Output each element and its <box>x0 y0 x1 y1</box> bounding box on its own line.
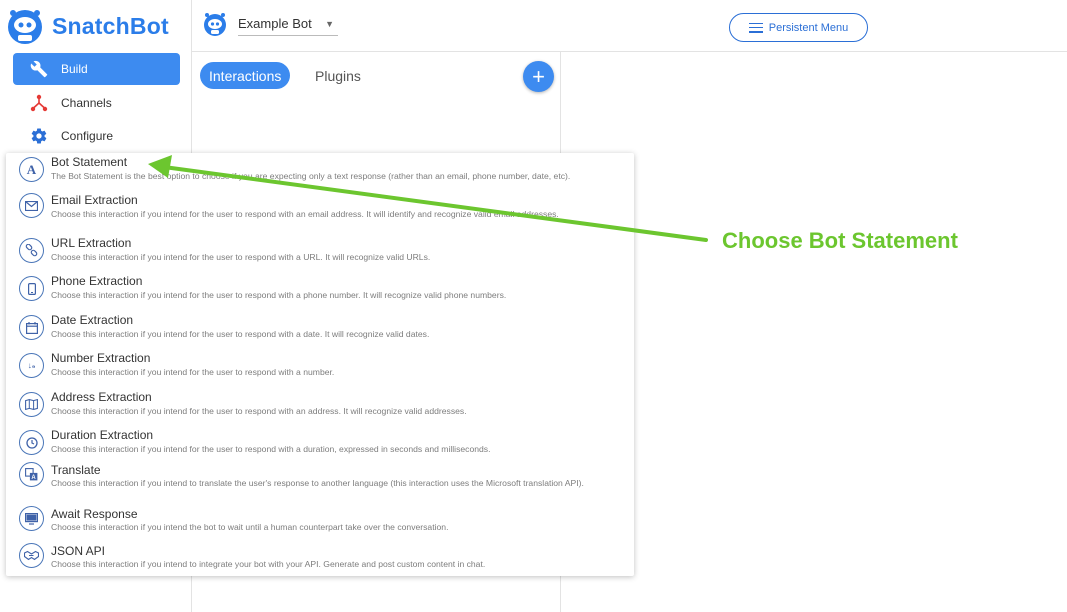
menu-item-await-response[interactable]: Await Response Choose this interaction i… <box>6 505 634 543</box>
menu-item-description: Choose this interaction if you intend to… <box>51 559 486 569</box>
translate-icon: A <box>19 462 44 487</box>
brand-name: SnatchBot <box>52 12 169 39</box>
sidebar-item-configure[interactable]: Configure <box>13 120 180 152</box>
menu-item-title: Phone Extraction <box>51 274 143 288</box>
gear-icon <box>29 126 49 146</box>
clock-icon <box>19 430 44 455</box>
link-icon <box>19 238 44 263</box>
menu-item-title: Number Extraction <box>51 351 151 365</box>
brand-logo[interactable]: SnatchBot <box>6 6 169 46</box>
menu-item-description: Choose this interaction if you intend fo… <box>51 444 491 454</box>
menu-item-title: Duration Extraction <box>51 428 154 442</box>
letter-a-icon: A <box>19 157 44 182</box>
menu-item-translate[interactable]: A Translate Choose this interaction if y… <box>6 462 634 505</box>
menu-item-address-extraction[interactable]: Address Extraction Choose this interacti… <box>6 388 634 426</box>
bot-selector[interactable]: Example Bot ▼ <box>202 12 338 36</box>
menu-item-title: JSON API <box>51 544 106 558</box>
persistent-menu-button[interactable]: Persistent Menu <box>729 13 868 42</box>
sidebar-item-build[interactable]: Build <box>13 53 180 85</box>
map-icon <box>19 392 44 417</box>
menu-item-description: Choose this interaction if you intend fo… <box>51 290 507 300</box>
channels-icon <box>29 93 49 113</box>
top-bar: Example Bot ▼ Persistent Menu <box>192 0 1067 52</box>
menu-item-bot-statement[interactable]: A Bot Statement The Bot Statement is the… <box>6 153 634 191</box>
calendar-icon <box>19 315 44 340</box>
svg-text:A: A <box>31 475 36 481</box>
interaction-type-menu: A Bot Statement The Bot Statement is the… <box>6 153 634 576</box>
menu-item-title: Bot Statement <box>51 155 128 169</box>
bot-name: Example Bot <box>238 16 312 31</box>
menu-item-description: Choose this interaction if you intend th… <box>51 522 449 532</box>
menu-item-description: Choose this interaction if you intend to… <box>51 478 584 488</box>
menu-item-title: Date Extraction <box>51 313 134 327</box>
wrench-icon <box>29 59 49 79</box>
menu-item-title: Email Extraction <box>51 193 138 207</box>
menu-item-description: Choose this interaction if you intend fo… <box>51 252 431 262</box>
menu-item-duration-extraction[interactable]: Duration Extraction Choose this interact… <box>6 426 634 462</box>
tab-plugins[interactable]: Plugins <box>306 62 370 89</box>
sidebar-item-label: Configure <box>61 129 114 143</box>
persistent-menu-label: Persistent Menu <box>768 21 849 34</box>
annotation-label: Choose Bot Statement <box>722 228 958 253</box>
menu-item-description: The Bot Statement is the best option to … <box>51 171 571 181</box>
menu-item-description: Choose this interaction if you intend fo… <box>51 367 335 377</box>
menu-item-phone-extraction[interactable]: Phone Extraction Choose this interaction… <box>6 272 634 311</box>
menu-item-description: Choose this interaction if you intend fo… <box>51 209 559 219</box>
menu-item-date-extraction[interactable]: Date Extraction Choose this interaction … <box>6 311 634 349</box>
tab-interactions[interactable]: Interactions <box>200 62 291 89</box>
number-sort-icon: ↓₉ <box>19 353 44 378</box>
hamburger-icon <box>748 22 763 33</box>
envelope-icon <box>19 193 44 218</box>
sidebar-item-channels[interactable]: Channels <box>13 87 180 119</box>
menu-item-title: URL Extraction <box>51 236 132 250</box>
menu-item-description: Choose this interaction if you intend fo… <box>51 329 430 339</box>
menu-item-json-api[interactable]: JSON API Choose this interaction if you … <box>6 543 634 576</box>
handshake-icon <box>19 543 44 568</box>
monitor-icon <box>19 506 44 531</box>
menu-item-url-extraction[interactable]: URL Extraction Choose this interaction i… <box>6 234 634 272</box>
robot-logo-icon <box>8 10 42 44</box>
menu-item-title: Address Extraction <box>51 390 152 404</box>
bot-dropdown[interactable]: Example Bot ▼ <box>238 12 338 36</box>
caret-down-icon: ▼ <box>325 18 334 29</box>
menu-item-email-extraction[interactable]: Email Extraction Choose this interaction… <box>6 191 634 234</box>
menu-item-description: Choose this interaction if you intend fo… <box>51 406 467 416</box>
sidebar-item-label: Build <box>61 62 88 76</box>
phone-icon <box>19 276 44 301</box>
menu-item-number-extraction[interactable]: ↓₉ Number Extraction Choose this interac… <box>6 349 634 388</box>
menu-item-title: Await Response <box>51 507 138 521</box>
sidebar-item-label: Channels <box>61 96 112 110</box>
add-interaction-button[interactable]: + <box>523 61 554 92</box>
bot-avatar-icon <box>204 13 226 36</box>
menu-item-title: Translate <box>51 463 101 477</box>
